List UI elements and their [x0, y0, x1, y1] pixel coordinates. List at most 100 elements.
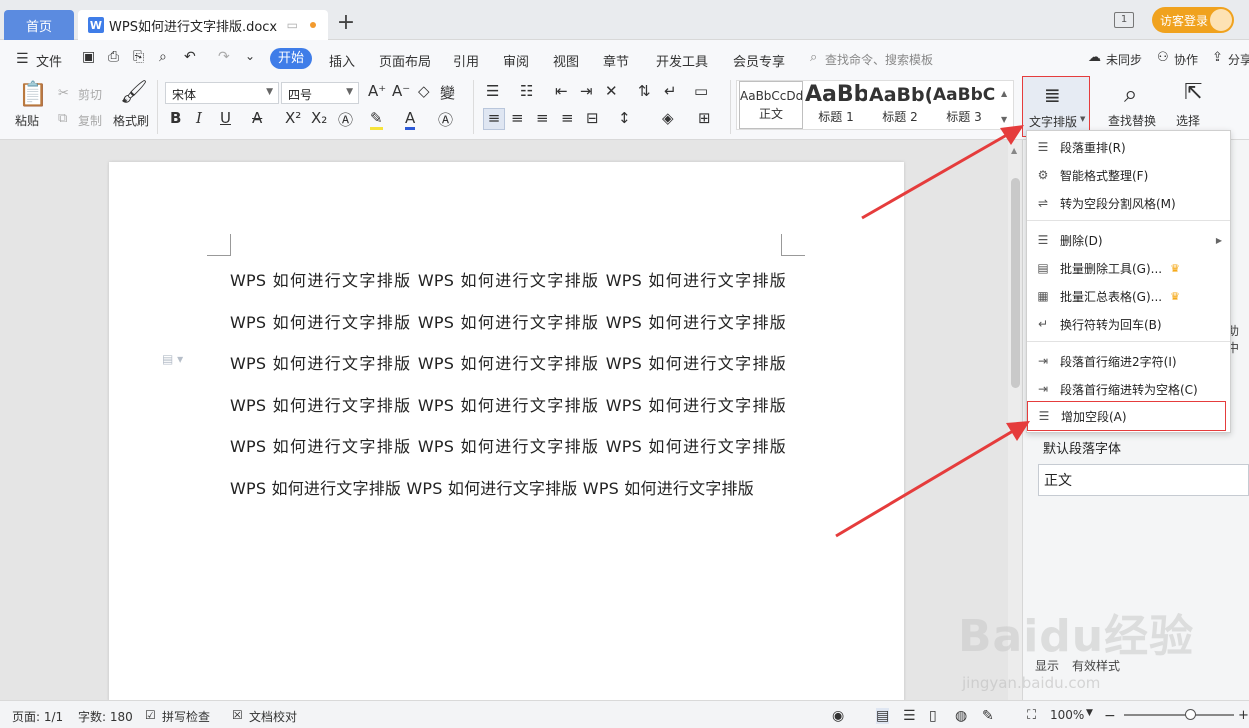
style-heading-2[interactable]: AaBb( 标题 2 — [869, 81, 931, 129]
export-pdf-icon[interactable]: ⎙ — [108, 49, 119, 65]
paste-icon[interactable]: 📋 — [18, 80, 48, 108]
sort-icon[interactable]: ⇅ — [638, 82, 651, 100]
align-center-icon[interactable]: ≡ — [511, 109, 524, 127]
spell-check-button[interactable]: 拼写检查 — [162, 708, 210, 725]
format-painter-icon[interactable]: 🖌 — [120, 80, 148, 105]
menu-start[interactable]: 开始 — [270, 48, 312, 69]
clear-format-icon[interactable]: ◇ — [418, 82, 430, 100]
select-button[interactable]: 选择 — [1176, 112, 1200, 129]
increase-indent-icon[interactable]: ⇥ — [580, 82, 593, 100]
reading-view-icon[interactable]: ▯ — [929, 708, 937, 724]
char-border-icon[interactable]: Ⓐ — [438, 109, 453, 130]
menu-item-add-blank-paragraph[interactable]: ☰ 增加空段(A) — [1027, 401, 1226, 431]
menu-references[interactable]: 引用 — [453, 51, 479, 70]
tab-home[interactable]: 首页 — [4, 10, 74, 40]
pen-icon[interactable]: ✎ — [982, 708, 994, 724]
find-replace-button[interactable]: 查找替换 — [1108, 112, 1156, 129]
grow-font-icon[interactable]: A⁺ — [368, 82, 386, 100]
text-effect-icon[interactable]: Ⓐ — [338, 109, 353, 130]
zoom-in-icon[interactable]: + — [1238, 708, 1249, 723]
pinyin-icon[interactable]: 變 — [440, 82, 455, 103]
web-view-icon[interactable]: ◍ — [955, 708, 967, 724]
format-painter-button[interactable]: 格式刷 — [113, 112, 149, 129]
shading-icon[interactable]: ◈ — [662, 109, 674, 127]
text-layout-button[interactable]: ≣ 文字排版 ▼ — [1022, 76, 1090, 137]
chevron-down-icon[interactable]: ▼ — [1086, 708, 1093, 718]
underline-icon[interactable]: U — [220, 109, 231, 127]
style-normal[interactable]: AaBbCcDd 正文 — [739, 81, 803, 129]
subscript-icon[interactable]: X₂ — [311, 109, 327, 127]
find-replace-icon[interactable]: ⌕ — [1124, 80, 1137, 108]
style-heading-3[interactable]: AaBbC 标题 3 — [933, 81, 995, 129]
document-body-text[interactable]: WPS 如何进行文字排版 WPS 如何进行文字排版 WPS 如何进行文字排版 W… — [230, 260, 786, 509]
menu-item-batch-table[interactable]: ▦ 批量汇总表格(G)... ♛ — [1027, 282, 1230, 310]
hamburger-icon[interactable]: ☰ — [16, 51, 29, 67]
menu-item-batch-delete[interactable]: ▤ 批量删除工具(G)... ♛ — [1027, 254, 1230, 282]
bullet-list-icon[interactable]: ☰ — [486, 82, 499, 100]
page-count[interactable]: 页面: 1/1 — [12, 708, 63, 725]
justify-icon[interactable]: ≡ — [561, 109, 574, 127]
visitor-login-button[interactable]: 访客登录 — [1152, 7, 1234, 33]
menu-item-smart-format[interactable]: ⚙ 智能格式整理(F) — [1027, 161, 1230, 189]
shrink-font-icon[interactable]: A⁻ — [392, 82, 410, 100]
menu-item-blank-split[interactable]: ⇌ 转为空段分割风格(M) — [1027, 189, 1230, 217]
menu-review[interactable]: 审阅 — [503, 51, 529, 70]
menu-developer[interactable]: 开发工具 — [656, 51, 708, 70]
page-indicator-icon[interactable]: 1 — [1114, 12, 1134, 28]
more-chevron-icon[interactable]: ⌄ — [245, 49, 255, 63]
menu-chapter[interactable]: 章节 — [603, 51, 629, 70]
menu-item-indent-to-space[interactable]: ⇥ 段落首行缩进转为空格(C) — [1027, 375, 1230, 403]
tab-document[interactable]: W WPS如何进行文字排版.docx ▭ — [78, 10, 328, 40]
strikethrough-icon[interactable]: A — [252, 109, 262, 127]
page-view-icon[interactable]: ▤ — [876, 708, 890, 724]
print-icon[interactable]: ⎘ — [133, 49, 144, 65]
italic-icon[interactable]: I — [196, 109, 202, 127]
font-color-icon[interactable]: A — [405, 109, 416, 130]
menu-item-paragraph-rearrange[interactable]: ☰ 段落重排(R) — [1027, 133, 1230, 161]
gallery-scroll-up-icon[interactable]: ▲ — [1001, 89, 1007, 98]
distribute-icon[interactable]: ⊟ — [586, 109, 599, 127]
numbered-list-icon[interactable]: ☷ — [520, 82, 533, 100]
superscript-icon[interactable]: X² — [285, 109, 301, 127]
paste-button[interactable]: 粘贴 — [15, 112, 39, 129]
decrease-indent-icon[interactable]: ⇤ — [555, 82, 568, 100]
highlight-icon[interactable]: ✎ — [370, 109, 383, 130]
font-size-select[interactable]: 四号 ▼ — [281, 82, 359, 104]
share-button[interactable]: 分享 — [1228, 51, 1249, 68]
menu-insert[interactable]: 插入 — [329, 51, 355, 70]
chinese-layout-icon[interactable]: ✕ — [605, 82, 618, 100]
menu-item-linebreak[interactable]: ↵ 换行符转为回车(B) — [1027, 310, 1230, 338]
copy-button[interactable]: 复制 — [78, 112, 102, 129]
cut-button[interactable]: 剪切 — [78, 86, 102, 103]
zoom-out-icon[interactable]: − — [1104, 708, 1116, 724]
menu-member[interactable]: 会员专享 — [733, 51, 785, 70]
gallery-expand-icon[interactable]: ▼ — [1001, 115, 1007, 124]
borders-icon[interactable]: ⊞ — [698, 109, 711, 127]
zoom-slider[interactable] — [1124, 714, 1234, 716]
save-icon[interactable]: ▣ — [82, 49, 95, 65]
bold-icon[interactable]: B — [170, 109, 181, 127]
zoom-slider-handle[interactable] — [1184, 709, 1196, 720]
undo-icon[interactable]: ↶ — [184, 49, 196, 65]
paragraph-handle-icon[interactable]: ▤ ▾ — [162, 352, 188, 366]
font-name-select[interactable]: 宋体 ▼ — [165, 82, 279, 104]
align-left-icon[interactable]: ≡ — [483, 108, 505, 130]
sync-status[interactable]: 未同步 — [1106, 51, 1142, 68]
collaborate-button[interactable]: 协作 — [1174, 51, 1198, 68]
style-heading-1[interactable]: AaBb 标题 1 — [805, 81, 867, 129]
outline-view-icon[interactable]: ☰ — [903, 708, 916, 724]
menu-item-first-indent[interactable]: ⇥ 段落首行缩进2字符(I) — [1027, 347, 1230, 375]
word-count[interactable]: 字数: 180 — [78, 708, 133, 725]
show-marks-icon[interactable]: ↵ — [664, 82, 677, 100]
align-right-icon[interactable]: ≡ — [536, 109, 549, 127]
menu-page-layout[interactable]: 页面布局 — [379, 51, 431, 70]
menu-item-delete[interactable]: ☰ 删除(D) ▶ — [1027, 226, 1230, 254]
fit-page-icon[interactable]: ⛶ — [1027, 708, 1036, 723]
menu-file[interactable]: 文件 — [36, 51, 62, 70]
monitor-icon[interactable]: ▭ — [287, 18, 298, 32]
eye-protection-icon[interactable]: ◉ — [832, 708, 844, 724]
body-style-item[interactable]: 正文 — [1038, 464, 1249, 496]
redo-icon[interactable]: ↷ — [218, 49, 230, 65]
add-tab-button[interactable]: + — [336, 12, 356, 36]
menu-view[interactable]: 视图 — [553, 51, 579, 70]
